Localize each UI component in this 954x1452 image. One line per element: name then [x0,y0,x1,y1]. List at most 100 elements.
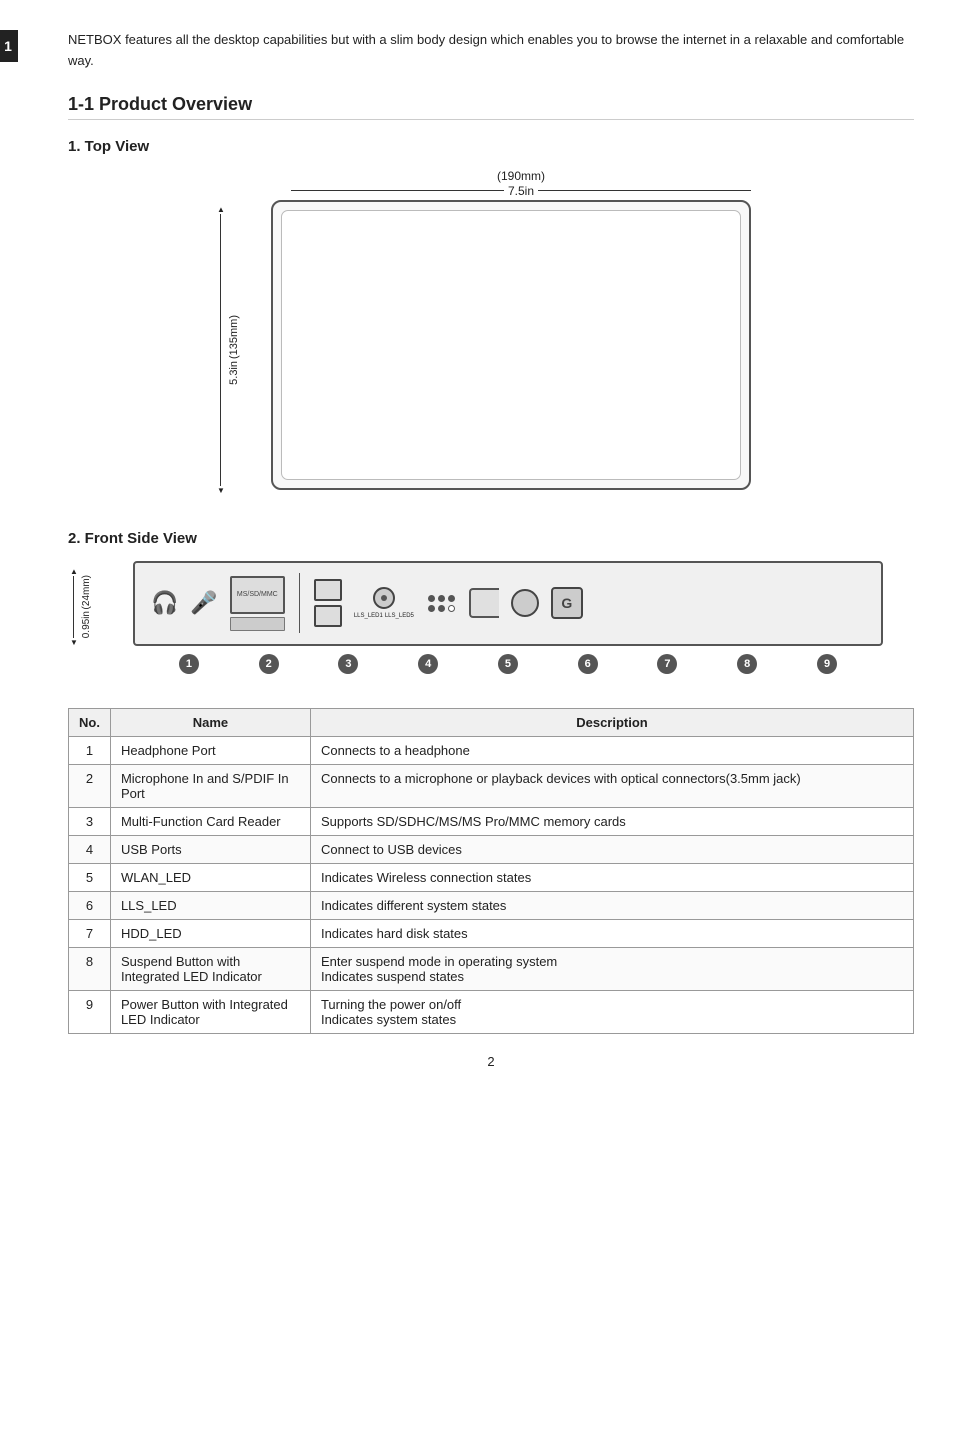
cell-desc-8: Enter suspend mode in operating systemIn… [310,947,913,990]
top-view-diagram-container: (190mm) 7.5in ▲ ▼ (135mm) 5 [68,169,914,500]
dim-height-in: 5.3in [228,361,240,385]
wlan-led-dot [381,595,387,601]
cell-desc-5: Indicates Wireless connection states [310,863,913,891]
front-height-mm: (24mm) [81,575,92,609]
table-row: 4USB PortsConnect to USB devices [69,835,914,863]
table-header-name: Name [110,708,310,736]
badges-row: 1 2 3 4 5 6 7 8 9 [133,650,883,678]
top-view-title: 1. Top View [68,138,914,155]
chapter-number: 1 [4,38,14,54]
intro-paragraph: NETBOX features all the desktop capabili… [68,30,914,72]
port-6-lls [426,593,457,614]
dim-width-mm: (190mm) [497,169,545,183]
badge-7: 7 [657,654,677,674]
cell-desc-1: Connects to a headphone [310,736,913,764]
cell-no-5: 5 [69,863,111,891]
badge-8: 8 [737,654,757,674]
port-2-mic: 🎤 [190,590,217,616]
cell-no-1: 1 [69,736,111,764]
table-row: 2Microphone In and S/PDIF In PortConnect… [69,764,914,807]
port-5-wlan: LLS_LED1 LLS_LED5 [354,587,414,619]
lls-labels: LLS_LED1 LLS_LED5 [354,613,414,619]
badge-3: 3 [338,654,358,674]
component-table: No. Name Description 1Headphone PortConn… [68,708,914,1034]
cell-desc-6: Indicates different system states [310,891,913,919]
front-view-section: ▲ ▼ (24mm) 0.95in 🎧 🎤 [68,561,914,678]
mic-icon: 🎤 [190,590,217,616]
card-slot: MS/SD/MMC [230,576,285,614]
led-dot-6 [448,605,455,612]
cell-name-4: USB Ports [110,835,310,863]
cell-no-9: 9 [69,990,111,1033]
dim-width-in: 7.5in [504,184,538,198]
section-title: 1-1 Product Overview [68,94,914,120]
cell-name-5: WLAN_LED [110,863,310,891]
table-row: 9Power Button with Integrated LED Indica… [69,990,914,1033]
cell-desc-9: Turning the power on/offIndicates system… [310,990,913,1033]
cell-no-6: 6 [69,891,111,919]
front-height-in: 0.95in [81,611,92,638]
front-view-title: 2. Front Side View [68,530,914,547]
table-row: 1Headphone PortConnects to a headphone [69,736,914,764]
cell-no-8: 8 [69,947,111,990]
front-device-box: 🎧 🎤 MS/SD/MMC [133,561,883,646]
cell-desc-2: Connects to a microphone or playback dev… [310,764,913,807]
led-dot-4 [428,605,435,612]
table-row: 5WLAN_LEDIndicates Wireless connection s… [69,863,914,891]
cell-no-4: 4 [69,835,111,863]
cell-no-2: 2 [69,764,111,807]
table-row: 8Suspend Button with Integrated LED Indi… [69,947,914,990]
led-dot-3 [448,595,455,602]
usb-slot-2 [314,605,342,627]
suspend-button[interactable] [511,589,539,617]
dim-tick-vertical [299,573,300,633]
cell-name-2: Microphone In and S/PDIF In Port [110,764,310,807]
dim-height-mm: (135mm) [228,315,240,359]
top-view-diagram: ▲ ▼ (135mm) 5.3in [211,200,771,500]
led-dot-grid [426,593,457,614]
led-dot-5 [438,605,445,612]
port-8-suspend [511,589,539,617]
usb-slot-1 [314,579,342,601]
ms-sd-mmc-label: MS/SD/MMC [237,591,278,598]
wlan-port-circle [373,587,395,609]
cell-desc-3: Supports SD/SDHC/MS/MS Pro/MMC memory ca… [310,807,913,835]
port-9-power: G [551,587,583,619]
headphone-icon: 🎧 [151,590,178,616]
cell-desc-7: Indicates hard disk states [310,919,913,947]
top-dim-label: (190mm) 7.5in [291,169,751,198]
front-dim-annot: ▲ ▼ (24mm) 0.95in [70,567,92,647]
badge-5: 5 [498,654,518,674]
chapter-tab: 1 [0,30,18,62]
cell-name-1: Headphone Port [110,736,310,764]
cell-name-3: Multi-Function Card Reader [110,807,310,835]
card-slot-2 [230,617,285,631]
badge-6: 6 [578,654,598,674]
hdd-connector [469,588,499,618]
cell-name-8: Suspend Button with Integrated LED Indic… [110,947,310,990]
badge-2: 2 [259,654,279,674]
badge-4: 4 [418,654,438,674]
table-row: 3Multi-Function Card ReaderSupports SD/S… [69,807,914,835]
table-header-desc: Description [310,708,913,736]
lls-led5-label: LLS_LED5 [385,613,414,619]
vert-dim-group: ▲ ▼ (135mm) 5.3in [217,200,240,500]
page-footer: 2 [68,1054,914,1069]
port-1-headphone: 🎧 [151,590,178,616]
table-row: 7HDD_LEDIndicates hard disk states [69,919,914,947]
page-number: 2 [487,1054,494,1069]
power-icon: G [561,595,572,611]
led-dot-2 [438,595,445,602]
cell-desc-4: Connect to USB devices [310,835,913,863]
badge-1: 1 [179,654,199,674]
device-inner [281,210,741,480]
cell-no-3: 3 [69,807,111,835]
cell-name-6: LLS_LED [110,891,310,919]
port-7-hdd [469,588,499,618]
led-dot-1 [428,595,435,602]
cell-name-7: HDD_LED [110,919,310,947]
front-diagram-wrapper: ▲ ▼ (24mm) 0.95in 🎧 🎤 [68,561,914,678]
cell-no-7: 7 [69,919,111,947]
power-button[interactable]: G [551,587,583,619]
badge-9: 9 [817,654,837,674]
